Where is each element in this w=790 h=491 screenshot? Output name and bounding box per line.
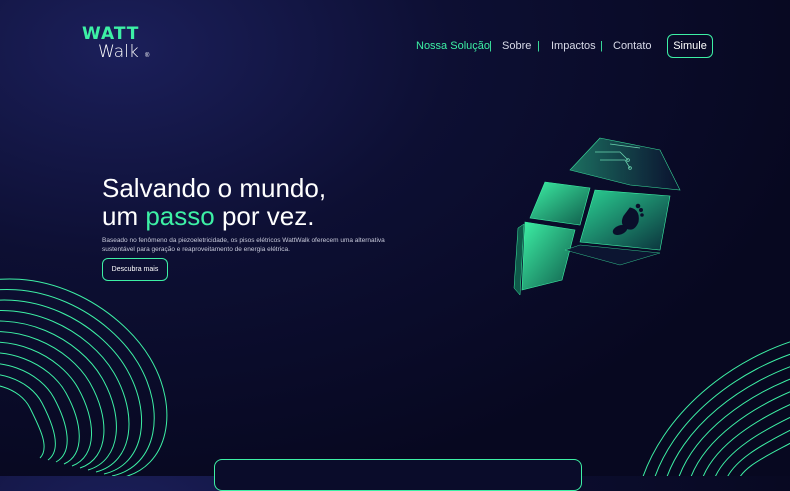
nav-link-sobre[interactable]: Sobre	[502, 40, 531, 52]
content-card	[214, 459, 582, 491]
floor-tiles-illustration	[513, 137, 681, 296]
nav-separator: |	[537, 40, 540, 52]
hero-title-post: por vez.	[214, 201, 315, 231]
nav-link-nossa-solucao[interactable]: Nossa Solução	[416, 40, 490, 52]
waves-decoration-right	[642, 341, 790, 476]
hero-title: Salvando o mundo, um passo por vez.	[102, 174, 422, 230]
hero-description: Baseado no fenômeno da piezoeletricidade…	[102, 237, 385, 253]
hero: Salvando o mundo, um passo por vez. Base…	[102, 174, 422, 254]
waves-decoration-left	[0, 278, 168, 476]
simule-button[interactable]: Simule	[667, 34, 713, 58]
nav-link-contato[interactable]: Contato	[613, 40, 652, 52]
nav-separator: |	[600, 40, 603, 52]
hero-title-pre: um	[102, 201, 146, 231]
hero-title-highlight: passo	[145, 201, 215, 231]
nav-link-impactos[interactable]: Impactos	[551, 40, 596, 52]
nav-separator: |	[489, 40, 492, 52]
hero-title-line1: Salvando o mundo,	[102, 173, 327, 203]
